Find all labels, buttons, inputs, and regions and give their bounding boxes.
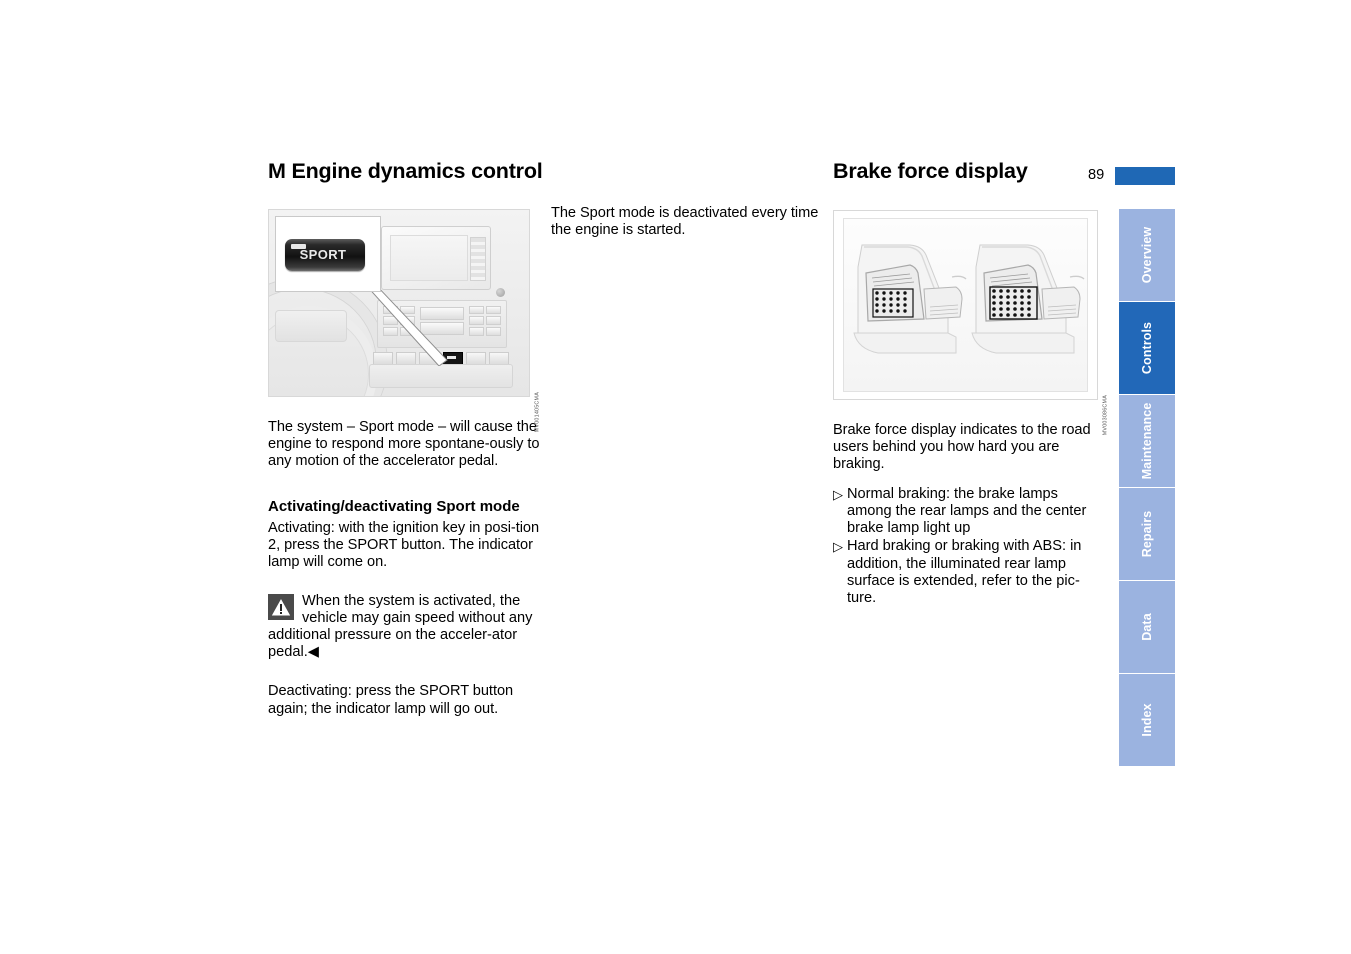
rear-lamp-normal-braking [853,244,967,354]
list-item: ▷ Normal braking: the brake lamps among … [833,486,1106,537]
navigation-side-keys [470,236,486,281]
intro-paragraph: The system – Sport mode – will cause the… [268,418,540,469]
section-tabs: Overview Controls Maintenance Repairs Data In… [1119,209,1175,767]
tab-label: Overview [1140,226,1154,284]
rear-lamp-hard-braking [971,244,1085,354]
tab-maintenance[interactable]: Maintenance [1119,395,1175,487]
tab-label: Repairs [1140,510,1154,558]
page-title: M Engine dynamics control [268,159,543,183]
triangle-bullet-icon: ▷ [833,539,843,555]
tab-label: Index [1140,703,1154,737]
sport-mode-note: The Sport mode is deactivated every time… [551,205,819,239]
sport-button: SPORT [285,238,365,271]
activating-paragraph: Activating: with the ignition key in pos… [268,519,540,570]
subsection-title: Activating/deactivating Sport mode [268,498,520,516]
tab-label: Maintenance [1140,402,1154,480]
figure-reference-code: MV003086CMA [1102,394,1108,435]
triangle-bullet-icon: ▷ [833,487,843,503]
list-item-text: Normal braking: the brake lamps among th… [847,486,1087,537]
callout-pointer [365,283,448,366]
console-illustration: SPORT [269,209,529,396]
navigation-knob [496,287,505,297]
middle-column: The Sport mode is deactivated every time… [551,160,821,239]
manual-page: M Engine dynamics control SPORT MV001405… [0,0,1351,954]
tab-label: Controls [1140,321,1154,375]
sport-button-callout: SPORT [275,215,381,292]
storage-tray [369,363,513,388]
deactivating-paragraph: Deactivating: press the SPORT button aga… [268,683,514,717]
figure-brake-lamps: MV003086CMA [833,209,1108,435]
tab-overview[interactable]: Overview [1119,209,1175,301]
left-column: M Engine dynamics control SPORT MV001405… [268,159,548,718]
brake-intro-paragraph: Brake force display indicates to the roa… [833,421,1091,472]
figure-reference-code: MV001405CMA [534,391,540,432]
navigation-screen [381,225,505,297]
list-item-text: Hard braking or braking with ABS: in add… [847,538,1082,606]
list-item: ▷ Hard braking or braking with ABS: in a… [833,538,1106,607]
tab-label: Data [1140,613,1154,641]
tab-index[interactable]: Index [1119,674,1175,766]
brake-lamp-illustration [843,217,1088,392]
air-vent [275,309,347,342]
page-accent-bar [1115,167,1175,185]
sport-button-label: SPORT [299,246,347,262]
warning-triangle-icon [268,593,294,620]
warning-block: When the system is activated, the vehicl… [268,593,548,662]
section-title: Brake force display [833,159,1028,183]
page-number: 89 [1088,167,1105,183]
tab-data[interactable]: Data [1119,581,1175,673]
figure-sport-button: SPORT MV001405CMA [268,208,540,432]
right-column: Brake force display MV003086CMA Brake fo… [833,159,1108,607]
tab-controls[interactable]: Controls [1119,302,1175,394]
warning-text: When the system is activated, the vehicl… [268,592,533,661]
tab-repairs[interactable]: Repairs [1119,488,1175,580]
climate-right-buttons [469,305,501,336]
